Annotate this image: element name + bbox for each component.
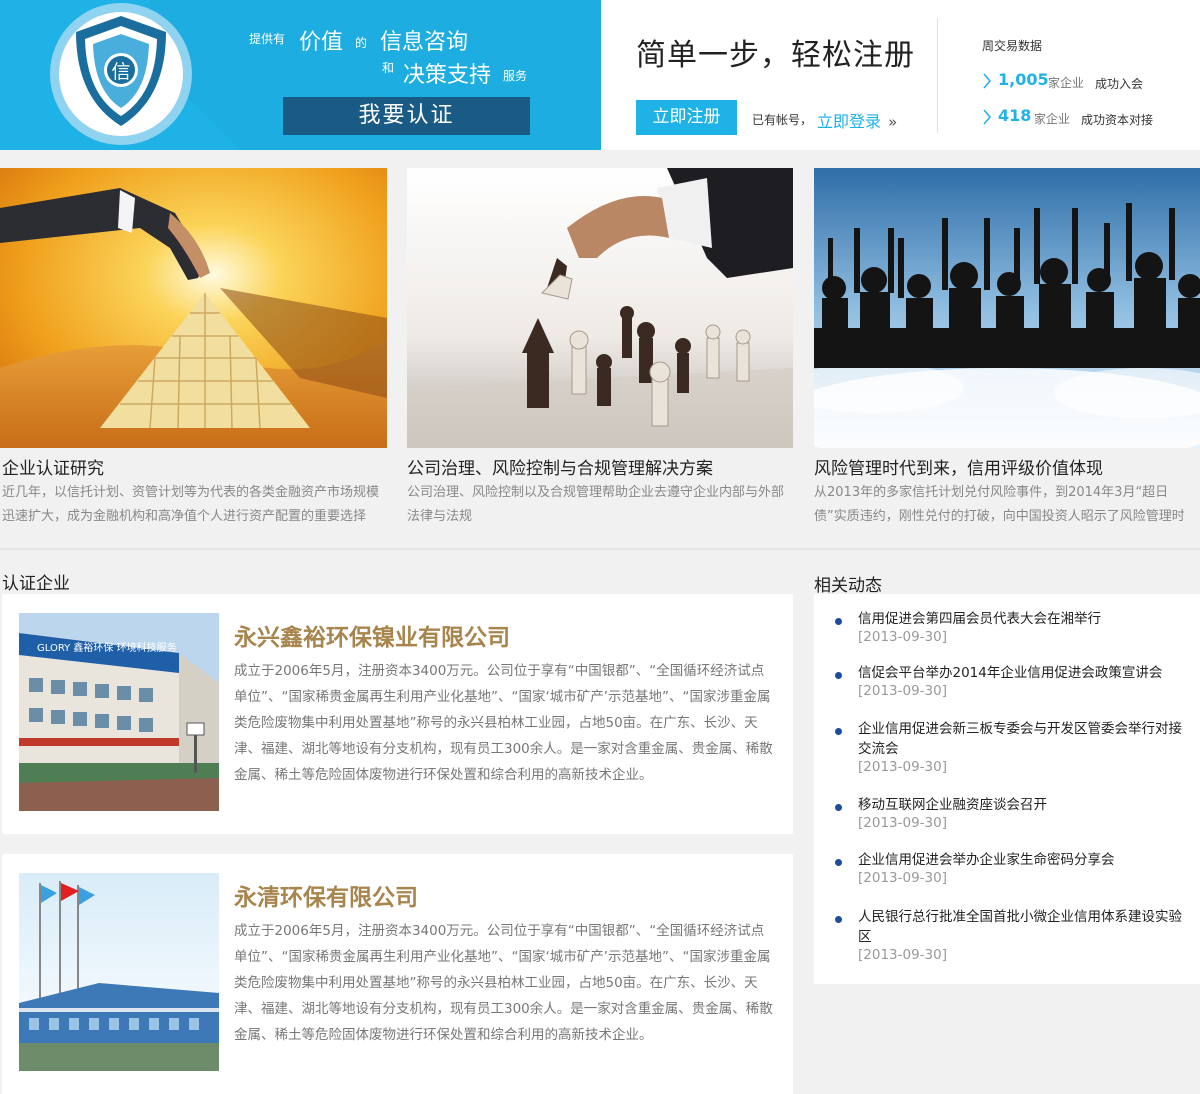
- login-link-label: 立即登录: [817, 112, 882, 131]
- shield-logo-icon: 信: [50, 0, 192, 148]
- stat-unit: 家企业: [1048, 76, 1085, 90]
- bullet-icon: [835, 859, 842, 866]
- shield-char: 信: [111, 61, 130, 83]
- news-date: [2013-09-30]: [858, 947, 947, 963]
- feature-title[interactable]: 风险管理时代到来，信用评级价值体现: [814, 454, 1103, 479]
- feature-image-chess[interactable]: [407, 168, 793, 448]
- chevron-right-icon: [983, 73, 991, 89]
- register-title: 简单一步，轻松注册: [636, 38, 915, 73]
- company-card: 永清环保有限公司 成立于2006年5月，注册资本3400万元。公司位于享有“中国…: [2, 854, 793, 1094]
- news-title[interactable]: 信促会平台举办2014年企业信用促进会政策宣讲会: [858, 663, 1188, 683]
- certification-banner: 信 提供有 价值 的 信息咨询 和 决策支持 服务 我要认证: [0, 0, 601, 150]
- bullet-icon: [835, 618, 842, 625]
- tagline-part: 提供有: [249, 32, 286, 46]
- news-date: [2013-09-30]: [858, 815, 947, 831]
- feature-description: 从2013年的多家信托计划兑付风险事件，到2014年3月“超日债”实质违约，刚性…: [814, 485, 1185, 524]
- company-description: 成立于2006年5月，注册资本3400万元。公司位于享有“中国银都”、“全国循环…: [234, 923, 773, 1043]
- feature-image-pyramid[interactable]: [0, 168, 387, 448]
- stat-number: 418: [998, 106, 1032, 125]
- tagline-highlight: 价值: [299, 30, 344, 55]
- news-title[interactable]: 移动互联网企业融资座谈会召开: [858, 795, 1188, 815]
- section-divider: [0, 548, 1200, 550]
- have-account-text: 已有帐号，: [752, 113, 813, 127]
- company-image-factory[interactable]: [19, 873, 219, 1071]
- weekly-stats-title: 周交易数据: [982, 39, 1043, 53]
- feature-title[interactable]: 公司治理、风险控制与合规管理解决方案: [407, 454, 713, 479]
- tagline-highlight: 决策支持: [403, 63, 492, 88]
- login-link[interactable]: 立即登录 »: [817, 108, 897, 132]
- certified-section-title: 认证企业: [2, 574, 70, 594]
- feature-title[interactable]: 企业认证研究: [2, 454, 104, 479]
- feature-image-team[interactable]: [814, 168, 1200, 448]
- news-panel: 信用促进会第四届会员代表大会在湘举行 [2013-09-30] 信促会平台举办2…: [814, 594, 1200, 984]
- divider: [937, 18, 938, 133]
- company-description: 成立于2006年5月，注册资本3400万元。公司位于享有“中国银都”、“全国循环…: [234, 663, 773, 783]
- company-name[interactable]: 永兴鑫裕环保镍业有限公司: [234, 618, 510, 652]
- bullet-icon: [835, 804, 842, 811]
- news-title[interactable]: 人民银行总行批准全国首批小微企业信用体系建设实验区: [858, 907, 1188, 947]
- company-card: GLORY 鑫裕环保 环境科技服务 永兴鑫裕环保镍业有限公司 成立于2006年5…: [2, 594, 793, 834]
- tagline-part: 和: [382, 61, 395, 75]
- bullet-icon: [835, 672, 842, 679]
- feature-description: 公司治理、风险控制以及合规管理帮助企业去遵守企业内部与外部法律与法规: [407, 485, 785, 524]
- news-title[interactable]: 企业信用促进会举办企业家生命密码分享会: [858, 850, 1188, 870]
- company-image-building[interactable]: GLORY 鑫裕环保 环境科技服务: [19, 613, 219, 811]
- certify-button[interactable]: 我要认证: [283, 97, 530, 135]
- news-section-title: 相关动态: [814, 576, 882, 596]
- news-date: [2013-09-30]: [858, 683, 947, 699]
- news-date: [2013-09-30]: [858, 629, 947, 645]
- news-date: [2013-09-30]: [858, 870, 947, 886]
- stat-unit: 家企业: [1034, 112, 1071, 126]
- stat-label: 成功资本对接: [1081, 113, 1154, 127]
- feature-description: 近几年，以信托计划、资管计划等为代表的各类金融资产市场规模迅速扩大，成为金融机构…: [2, 485, 380, 524]
- double-chevron-right-icon: »: [888, 113, 898, 131]
- tagline-highlight: 信息咨询: [380, 30, 469, 55]
- stat-number: 1,005: [998, 70, 1049, 89]
- register-panel: 简单一步，轻松注册 立即注册 已有帐号， 立即登录 » 周交易数据 1,005 …: [601, 0, 1200, 150]
- tagline-part: 服务: [503, 69, 528, 83]
- news-title[interactable]: 企业信用促进会新三板专委会与开发区管委会举行对接交流会: [858, 719, 1188, 759]
- bullet-icon: [835, 916, 842, 923]
- news-date: [2013-09-30]: [858, 759, 947, 775]
- stat-label: 成功入会: [1095, 77, 1144, 91]
- register-button[interactable]: 立即注册: [636, 100, 737, 135]
- bullet-icon: [835, 728, 842, 735]
- tagline-part: 的: [355, 36, 368, 50]
- building-sign: GLORY 鑫裕环保 环境科技服务: [37, 641, 177, 654]
- chevron-right-icon: [983, 109, 991, 125]
- company-name[interactable]: 永清环保有限公司: [234, 878, 418, 912]
- news-title[interactable]: 信用促进会第四届会员代表大会在湘举行: [858, 609, 1188, 629]
